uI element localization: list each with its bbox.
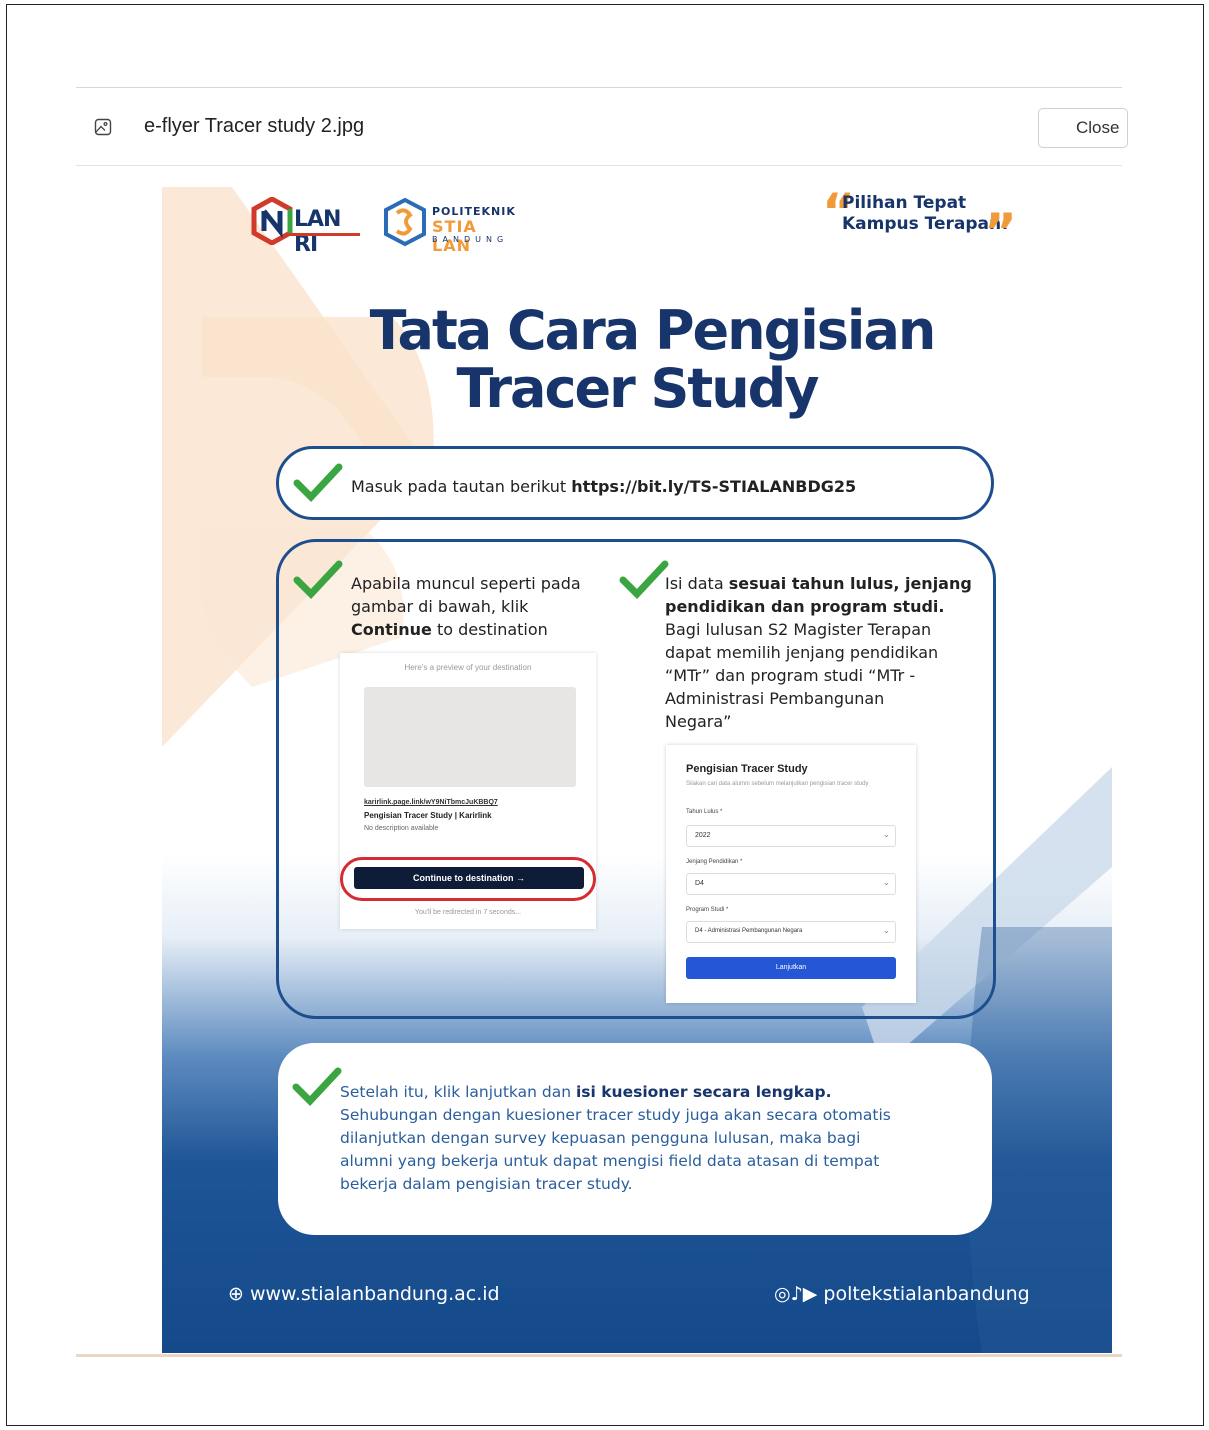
step4-text: Setelah itu, klik lanjutkan dan isi kues… (340, 1081, 980, 1196)
tagline-line1: Pilihan Tepat (842, 193, 967, 213)
step1-text: Masuk pada tautan berikut https://bit.ly… (351, 475, 856, 498)
step4-line4: alumni yang bekerja untuk dapat mengisi … (340, 1152, 880, 1170)
tiktok-icon: ♪ (790, 1283, 803, 1305)
chevron-down-icon: ⌄ (883, 830, 890, 839)
quote-close-icon: ” (984, 203, 1017, 261)
lan-ri-logo (251, 197, 293, 245)
form-field2-label: Jenjang Pendidikan * (686, 859, 743, 865)
preview-header: Here's a preview of your destination (404, 663, 532, 672)
step3-line4: dapat memilih jenjang pendidikan (665, 643, 939, 662)
form-field3-select: D4 - Administrasi Pembangunan Negara ⌄ (686, 921, 896, 943)
image-viewer: e-flyer Tracer study 2.jpg Close LAN RI (76, 87, 1128, 1357)
check-icon (293, 560, 343, 600)
form-field2-select: D4 ⌄ (686, 873, 896, 895)
lan-ri-text: LAN RI (294, 207, 341, 257)
preview-footer: You'll be redirected in 7 seconds... (414, 909, 522, 916)
footer-social: ◎♪▶ poltekstialanbandung (774, 1283, 1030, 1305)
step4-line2: Sehubungan dengan kuesioner tracer study… (340, 1106, 891, 1124)
lan-ri-underline (290, 233, 360, 236)
instagram-icon: ◎ (774, 1283, 791, 1305)
step3-line7: Negara” (665, 712, 732, 731)
step2-bold: Continue (351, 620, 432, 639)
step4-line1: Setelah itu, klik lanjutkan dan isi kues… (340, 1081, 980, 1104)
form-title: Pengisian Tracer Study (686, 763, 808, 775)
step1-label: Masuk pada tautan berikut (351, 477, 567, 496)
step4-line5: bekerja dalam pengisian tracer study. (340, 1175, 633, 1193)
step4-bold: isi kuesioner secara lengkap. (575, 1083, 832, 1101)
stia-lan-logo (384, 197, 426, 247)
preview-continue-button: Continue to destination → (354, 867, 584, 889)
preview-screenshot: Here's a preview of your destination kar… (340, 653, 596, 929)
step3-text: Isi data sesuai tahun lulus, jenjang pen… (665, 572, 985, 733)
step2-text: Apabila muncul seperti pada gambar di ba… (351, 572, 611, 641)
stia-text-bottom: BANDUNG (432, 235, 509, 244)
step-card-4: Setelah itu, klik lanjutkan dan isi kues… (278, 1043, 992, 1235)
step3-bold1: sesuai tahun lulus, jenjang (728, 574, 972, 593)
preview-link: karirlink.page.link/wY9NiTbmcJuKBBQ7 (364, 799, 498, 806)
step4-line3: dilanjutkan dengan survey kepuasan pengg… (340, 1129, 861, 1147)
form-field3-label: Program Studi * (686, 907, 729, 913)
form-field1-select: 2022 ⌄ (686, 825, 896, 847)
step3-lead: Isi data (665, 574, 724, 593)
step1-link: https://bit.ly/TS-STIALANBDG25 (571, 477, 857, 496)
form-field2-value: D4 (695, 880, 704, 887)
footer-website-text: www.stialanbandung.ac.id (249, 1283, 500, 1305)
flyer-title-line2: Tracer Study (456, 357, 819, 420)
viewer-header: e-flyer Tracer study 2.jpg Close (76, 88, 1128, 166)
form-screenshot: Pengisian Tracer Study Silakan cari data… (666, 745, 916, 1003)
preview-thumbnail (364, 687, 576, 787)
image-icon (94, 118, 112, 136)
form-continue-button: Lanjutkan (686, 957, 896, 979)
check-icon (619, 560, 669, 600)
step3-line5: “MTr” dan program studi “MTr - (665, 666, 916, 685)
globe-icon: ⊕ (228, 1283, 244, 1305)
form-field1-label: Tahun Lulus * (686, 809, 723, 815)
file-name: e-flyer Tracer study 2.jpg (144, 115, 365, 137)
screenshot-frame: e-flyer Tracer study 2.jpg Close LAN RI (6, 4, 1204, 1426)
check-icon (292, 1067, 342, 1107)
step3-bold2: pendidikan dan program studi. (665, 597, 945, 616)
step3-line2: pendidikan dan program studi. (665, 595, 985, 618)
step3-line3: Bagi lulusan S2 Magister Terapan (665, 620, 932, 639)
step2-line2: gambar di bawah, klik (351, 597, 529, 616)
flyer-title-line1: Tata Cara Pengisian (369, 299, 937, 362)
form-field1-value: 2022 (695, 832, 711, 839)
step4-lead: Setelah itu, klik lanjutkan dan (340, 1083, 572, 1101)
flyer-image: LAN RI POLITEKNIK STIA LAN BANDUNG “ Pil… (162, 167, 1112, 1353)
step2-line1: Apabila muncul seperti pada (351, 574, 581, 593)
footer-website: ⊕ www.stialanbandung.ac.id (228, 1283, 500, 1305)
divider (76, 1354, 1122, 1357)
form-field3-value: D4 - Administrasi Pembangunan Negara (695, 928, 803, 934)
footer-social-text: poltekstialanbandung (823, 1283, 1030, 1305)
preview-desc: No description available (364, 825, 439, 832)
youtube-icon: ▶ (802, 1283, 818, 1305)
close-button[interactable]: Close (1038, 108, 1128, 148)
step3-line1: Isi data sesuai tahun lulus, jenjang (665, 572, 985, 595)
step2-rest: to destination (436, 620, 548, 639)
step3-line6: Administrasi Pembangunan (665, 689, 885, 708)
check-icon (293, 463, 343, 503)
step-card-1: Masuk pada tautan berikut https://bit.ly… (276, 446, 994, 520)
chevron-down-icon: ⌄ (883, 878, 890, 887)
form-subtitle: Silakan cari data alumni sebelum melanju… (686, 781, 869, 787)
chevron-down-icon: ⌄ (883, 926, 890, 935)
step2-line3: Continue to destination (351, 618, 611, 641)
preview-title: Pengisian Tracer Study | Karirlink (364, 811, 492, 820)
